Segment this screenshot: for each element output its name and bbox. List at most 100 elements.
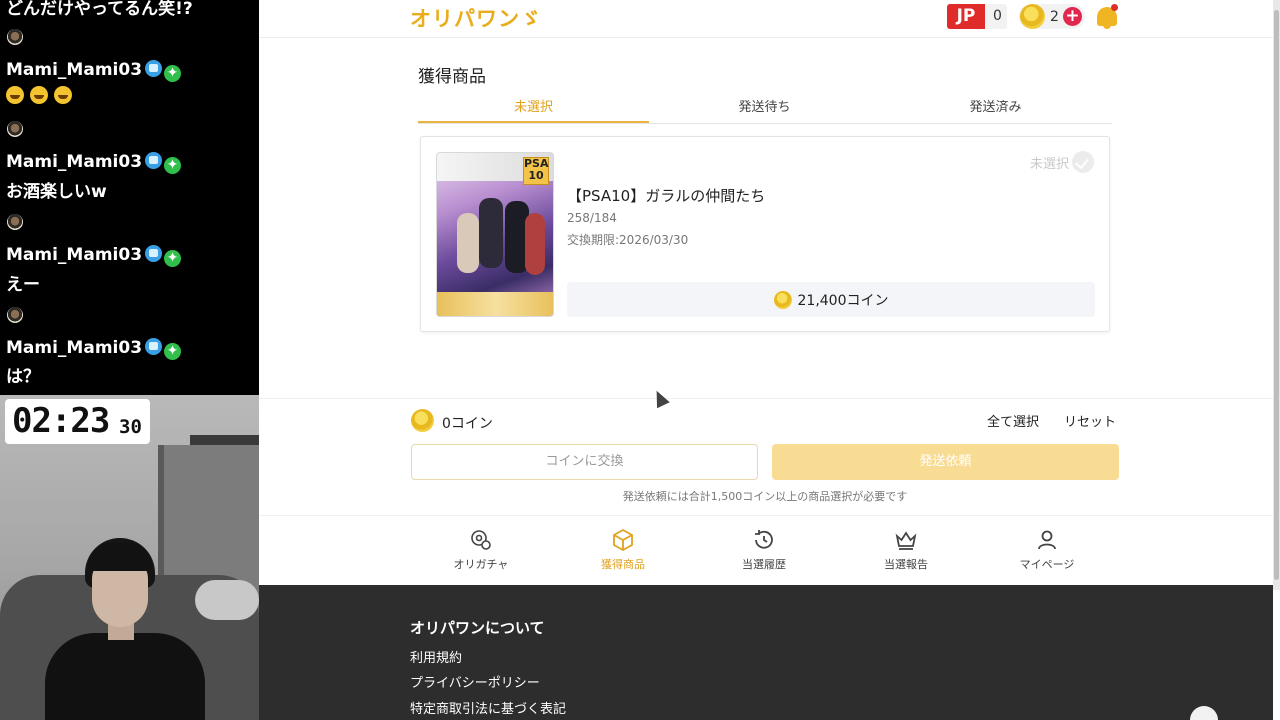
product-card[interactable]: PSA 10 未選択 【PSA10】ガラルの仲間たち 258/184 交換期限:2… [420, 136, 1110, 332]
coin-icon [1020, 4, 1045, 29]
chat-username: Mami_Mami03 [6, 245, 143, 265]
coin-balance-value: 2 [1050, 9, 1059, 25]
selection-status: 未選択 [1030, 157, 1070, 172]
chat-item-2: Mami_Mami03 ✦ [6, 152, 182, 174]
member-badge-icon [145, 152, 163, 169]
coin-balance[interactable]: 2 + [1019, 4, 1085, 29]
product-image: PSA 10 [436, 152, 554, 317]
chat-message-3: えー [6, 275, 40, 295]
selected-total-value: 0コイン [442, 416, 493, 432]
card-art-figure [479, 198, 503, 268]
card-art-figure [525, 213, 545, 275]
add-coins-button[interactable]: + [1063, 7, 1082, 26]
chat-username: Mami_Mami03 [6, 60, 143, 80]
site-logo[interactable]: オリパワンゞ [410, 3, 542, 33]
timer-sub: 30 [119, 416, 142, 438]
page-scrollbar[interactable] [1273, 0, 1280, 590]
card-art-figure [457, 213, 479, 273]
chat-item-4: Mami_Mami03 ✦ [6, 338, 182, 360]
chat-avatar [7, 307, 23, 323]
footer-link-privacy[interactable]: プライバシーポリシー [410, 672, 540, 691]
card-footer-strip [437, 292, 553, 316]
nav-label: 獲得商品 [601, 558, 645, 571]
footer-title: オリパワンについて [410, 619, 545, 637]
nav-item-acquired-items[interactable]: 獲得商品 [568, 528, 678, 572]
coin-icon [773, 291, 792, 309]
webcam-person-shirt [45, 633, 205, 720]
nav-label: 当選履歴 [742, 558, 786, 571]
chat-avatar [7, 214, 23, 230]
bell-icon[interactable] [1095, 4, 1119, 30]
nav-label: 当選報告 [884, 558, 928, 571]
product-price: 21,400コイン [567, 282, 1095, 317]
shipment-note: 発送依頼には合計1,500コイン以上の商品選択が必要です [622, 490, 908, 503]
nav-item-win-reports[interactable]: 当選報告 [851, 528, 961, 572]
verified-badge-icon: ✦ [164, 343, 182, 360]
nav-item-win-history[interactable]: 当選履歴 [709, 528, 819, 572]
site-footer: オリパワンについて 利用規約 プライバシーポリシー 特定商取引法に基づく表記 [259, 585, 1273, 720]
exchange-deadline: 交換期限:2026/03/30 [567, 233, 689, 247]
bell-clapper [1103, 24, 1111, 29]
active-tab-indicator [418, 121, 649, 123]
scrollbar-thumb[interactable] [1274, 10, 1279, 580]
stream-chat-panel: どんだけやってるん笑!? Mami_Mami03 ✦ Mami_Mami03 ✦ お… [0, 0, 259, 395]
psa-grade: 10 [528, 169, 544, 182]
reset-button[interactable]: リセット [1064, 411, 1116, 430]
psa-grade-label: PSA 10 [523, 157, 549, 185]
member-badge-icon [145, 60, 163, 77]
chat-avatar [7, 121, 23, 137]
select-all-button[interactable]: 全て選択 [987, 411, 1039, 430]
region-selector[interactable]: JP 0 [947, 4, 1007, 29]
timer-main: 02:23 [12, 401, 110, 441]
nav-item-my-page[interactable]: マイページ [992, 528, 1102, 572]
chat-item-3: Mami_Mami03 ✦ [6, 245, 182, 267]
verified-badge-icon: ✦ [164, 250, 182, 267]
chat-username: Mami_Mami03 [6, 338, 143, 358]
coin-icon [411, 409, 434, 432]
footer-link-commerce-law[interactable]: 特定商取引法に基づく表記 [410, 698, 566, 717]
check-circle-icon[interactable] [1072, 151, 1094, 173]
member-badge-icon [145, 245, 163, 262]
notification-dot [1111, 4, 1118, 11]
footer-link-terms[interactable]: 利用規約 [410, 647, 462, 666]
nav-label: マイページ [1019, 558, 1075, 571]
logo-mark-icon: ゞ [520, 7, 542, 31]
request-shipment-button[interactable]: 発送依頼 [772, 444, 1119, 480]
chat-avatar [7, 29, 23, 45]
browser-page: オリパワンゞ JP 0 2 + 獲得商品 未選択 発送待ち 発送済み PSA 10 [259, 0, 1280, 720]
laughing-emoji-icon [30, 86, 48, 104]
price-value: 21,400コイン [797, 293, 889, 309]
nav-label: オリガチャ [453, 558, 509, 571]
chat-message-4: は？ [6, 367, 40, 387]
laughing-emoji-icon [6, 86, 24, 104]
stream-timer: 02:23 30 [5, 399, 150, 444]
webcam-person-bangs [88, 543, 152, 571]
crown-icon [895, 531, 917, 550]
site-header: オリパワンゞ JP 0 2 + [259, 0, 1273, 38]
chat-message-2: お酒楽しいw [6, 182, 107, 202]
region-count: 0 [993, 8, 1002, 24]
box-icon [613, 528, 633, 552]
product-number: 258/184 [567, 211, 617, 225]
chat-username: Mami_Mami03 [6, 152, 143, 172]
tab-awaiting-shipment[interactable]: 発送待ち [649, 96, 880, 115]
nav-item-oripa-gacha[interactable]: オリガチャ [426, 528, 536, 572]
member-badge-icon [145, 338, 163, 355]
scroll-top-button[interactable] [1190, 706, 1218, 720]
verified-badge-icon: ✦ [164, 65, 182, 82]
tab-unselected[interactable]: 未選択 [418, 96, 649, 115]
region-flag: JP [947, 4, 985, 29]
webcam-pillow [195, 580, 259, 620]
selection-bar: 0コイン 全て選択 リセット コインに交換 発送依頼 発送依頼には合計1,500… [259, 398, 1273, 515]
exchange-to-coins-button[interactable]: コインに交換 [411, 444, 758, 480]
tab-shipped[interactable]: 発送済み [880, 96, 1111, 115]
page-title: 獲得商品 [418, 67, 486, 87]
history-icon [755, 530, 773, 549]
chat-top-message: どんだけやってるん笑!? [6, 0, 193, 19]
bottom-navigation: オリガチャ 獲得商品 当選履歴 当選報告 マイページ [259, 515, 1273, 585]
logo-text: オリパワン [410, 7, 520, 31]
laughing-emoji-icon [54, 86, 72, 104]
chat-message-1 [6, 86, 78, 106]
gacha-icon [471, 530, 491, 550]
chat-item-1: Mami_Mami03 ✦ [6, 60, 182, 82]
